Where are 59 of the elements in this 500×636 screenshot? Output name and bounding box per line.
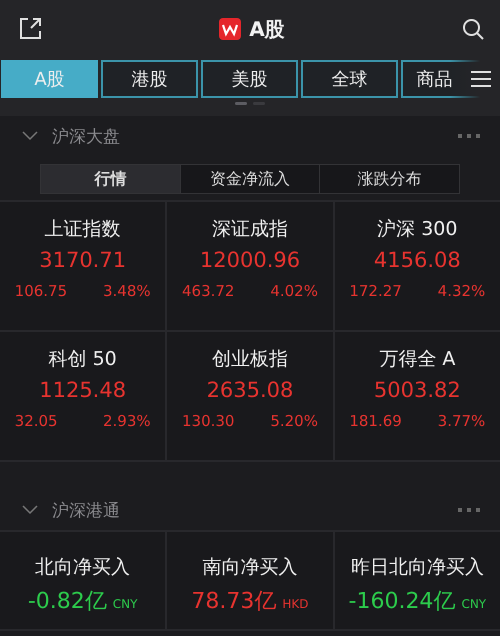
page-title: A股 <box>249 16 285 42</box>
market-tab[interactable]: 全球 <box>301 60 398 98</box>
index-price: 1125.48 <box>39 378 126 402</box>
index-card[interactable]: 万得全 A 5003.82 181.69 3.77% <box>334 332 500 460</box>
price-change: 32.05 <box>14 412 58 430</box>
segment-tab[interactable]: 行情 <box>41 165 180 193</box>
percent-change: 4.32% <box>438 282 486 300</box>
market-tab[interactable]: 港股 <box>101 60 198 98</box>
menu-icon[interactable] <box>470 70 492 88</box>
index-name: 科创 50 <box>48 347 117 372</box>
flow-name: 北向净买入 <box>35 555 130 580</box>
flow-value: -160.24亿 <box>348 588 456 616</box>
index-name: 上证指数 <box>44 217 121 242</box>
percent-change: 2.93% <box>103 412 151 430</box>
index-card[interactable]: 上证指数 3170.71 106.75 3.48% <box>0 202 166 330</box>
flow-value: 78.73亿 <box>191 588 276 616</box>
more-icon[interactable] <box>458 134 480 138</box>
index-card[interactable]: 科创 50 1125.48 32.05 2.93% <box>0 332 166 460</box>
more-icon[interactable] <box>458 508 480 512</box>
index-name: 万得全 A <box>379 347 456 372</box>
flow-card[interactable]: 北向净买入 -0.82亿 CNY <box>0 532 166 629</box>
index-price: 5003.82 <box>374 378 461 402</box>
index-card[interactable]: 沪深 300 4156.08 172.27 4.32% <box>334 202 500 330</box>
section-title: 沪深港通 <box>52 500 121 522</box>
price-change: 130.30 <box>182 412 234 430</box>
chevron-down-icon[interactable] <box>22 505 38 515</box>
index-price: 3170.71 <box>39 248 126 272</box>
price-change: 106.75 <box>14 282 68 300</box>
index-name: 创业板指 <box>212 347 288 372</box>
percent-change: 5.20% <box>270 412 318 430</box>
price-change: 181.69 <box>349 412 402 430</box>
market-tab[interactable]: 美股 <box>201 60 298 98</box>
flow-card[interactable]: 南向净买入 78.73亿 HKD <box>167 532 333 629</box>
flow-value: -0.82亿 <box>28 588 107 616</box>
percent-change: 3.48% <box>103 282 151 300</box>
index-card[interactable]: 创业板指 2635.08 130.30 5.20% <box>167 332 333 460</box>
currency-label: HKD <box>282 597 309 611</box>
percent-change: 3.77% <box>438 412 486 430</box>
currency-label: CNY <box>112 597 138 611</box>
segment-tab[interactable]: 资金净流入 <box>180 165 320 193</box>
flow-name: 南向净买入 <box>202 555 298 580</box>
currency-label: CNY <box>461 597 486 611</box>
section-title: 沪深大盘 <box>52 126 121 148</box>
flow-card[interactable]: 昨日北向净买入 -160.24亿 CNY <box>334 532 500 629</box>
price-change: 463.72 <box>182 282 234 300</box>
index-name: 深证成指 <box>212 217 288 242</box>
share-icon[interactable] <box>18 17 42 41</box>
percent-change: 4.02% <box>270 282 318 300</box>
segment-tab[interactable]: 涨跌分布 <box>319 165 460 193</box>
price-change: 172.27 <box>349 282 402 300</box>
index-price: 12000.96 <box>200 248 300 272</box>
chevron-down-icon[interactable] <box>22 131 38 141</box>
index-card[interactable]: 深证成指 12000.96 463.72 4.02% <box>167 202 333 330</box>
index-price: 4156.08 <box>374 248 461 272</box>
index-name: 沪深 300 <box>377 217 458 242</box>
index-price: 2635.08 <box>206 378 294 402</box>
search-icon[interactable] <box>462 18 484 40</box>
logo-icon <box>219 18 242 40</box>
flow-name: 昨日北向净买入 <box>350 555 484 580</box>
